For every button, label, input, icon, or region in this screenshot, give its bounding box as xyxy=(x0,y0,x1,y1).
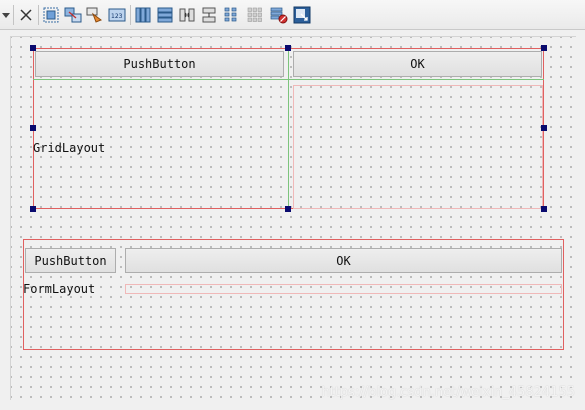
form-layout-label: FormLayout xyxy=(23,282,96,296)
selection-handle[interactable] xyxy=(285,45,291,51)
designer-window: 123 PushButton OK GridLayout PushButton … xyxy=(0,0,585,410)
edit-signals-slots-icon[interactable] xyxy=(64,6,82,24)
toolbar-separator xyxy=(38,5,39,25)
grid-push-button[interactable]: PushButton xyxy=(35,51,284,77)
form-canvas[interactable]: PushButton OK GridLayout PushButton OK F… xyxy=(10,36,576,400)
selection-handle[interactable] xyxy=(541,206,547,212)
form-push-button[interactable]: PushButton xyxy=(25,248,116,273)
adjust-size-icon[interactable] xyxy=(293,6,311,24)
selection-handle[interactable] xyxy=(541,125,547,131)
form-ok-button[interactable]: OK xyxy=(125,248,562,273)
layout-vertical-icon[interactable] xyxy=(156,6,174,24)
form-layout-empty-field xyxy=(125,284,562,294)
edit-buddies-icon[interactable] xyxy=(86,6,104,24)
grid-layout-column-divider xyxy=(288,49,289,209)
chevron-down-icon[interactable] xyxy=(1,6,11,24)
grid-ok-button[interactable]: OK xyxy=(293,51,542,77)
selection-handle[interactable] xyxy=(30,125,36,131)
designer-toolbar: 123 xyxy=(0,0,585,30)
selection-handle[interactable] xyxy=(285,206,291,212)
layout-horizontal-icon[interactable] xyxy=(134,6,152,24)
toolbar-separator xyxy=(130,5,131,25)
break-layout-icon[interactable] xyxy=(270,6,288,24)
grid-layout-label: GridLayout xyxy=(33,141,106,155)
watermark-text: https://blog.csdn.net/weixin_45824155 xyxy=(321,385,575,400)
layout-horizontal-splitter-icon[interactable] xyxy=(178,6,196,24)
edit-widgets-icon[interactable] xyxy=(42,6,60,24)
grid-layout-row-divider xyxy=(33,79,544,80)
toolbar-separator xyxy=(13,5,14,25)
layout-form-icon[interactable] xyxy=(222,6,240,24)
layout-grid-icon[interactable] xyxy=(246,6,264,24)
selection-handle[interactable] xyxy=(541,45,547,51)
svg-text:123: 123 xyxy=(111,13,123,20)
close-icon[interactable] xyxy=(17,6,35,24)
grid-layout-empty-cell xyxy=(293,85,543,209)
layout-vertical-splitter-icon[interactable] xyxy=(200,6,218,24)
selection-handle[interactable] xyxy=(30,206,36,212)
selection-handle[interactable] xyxy=(30,45,36,51)
edit-tab-order-icon[interactable]: 123 xyxy=(108,6,126,24)
